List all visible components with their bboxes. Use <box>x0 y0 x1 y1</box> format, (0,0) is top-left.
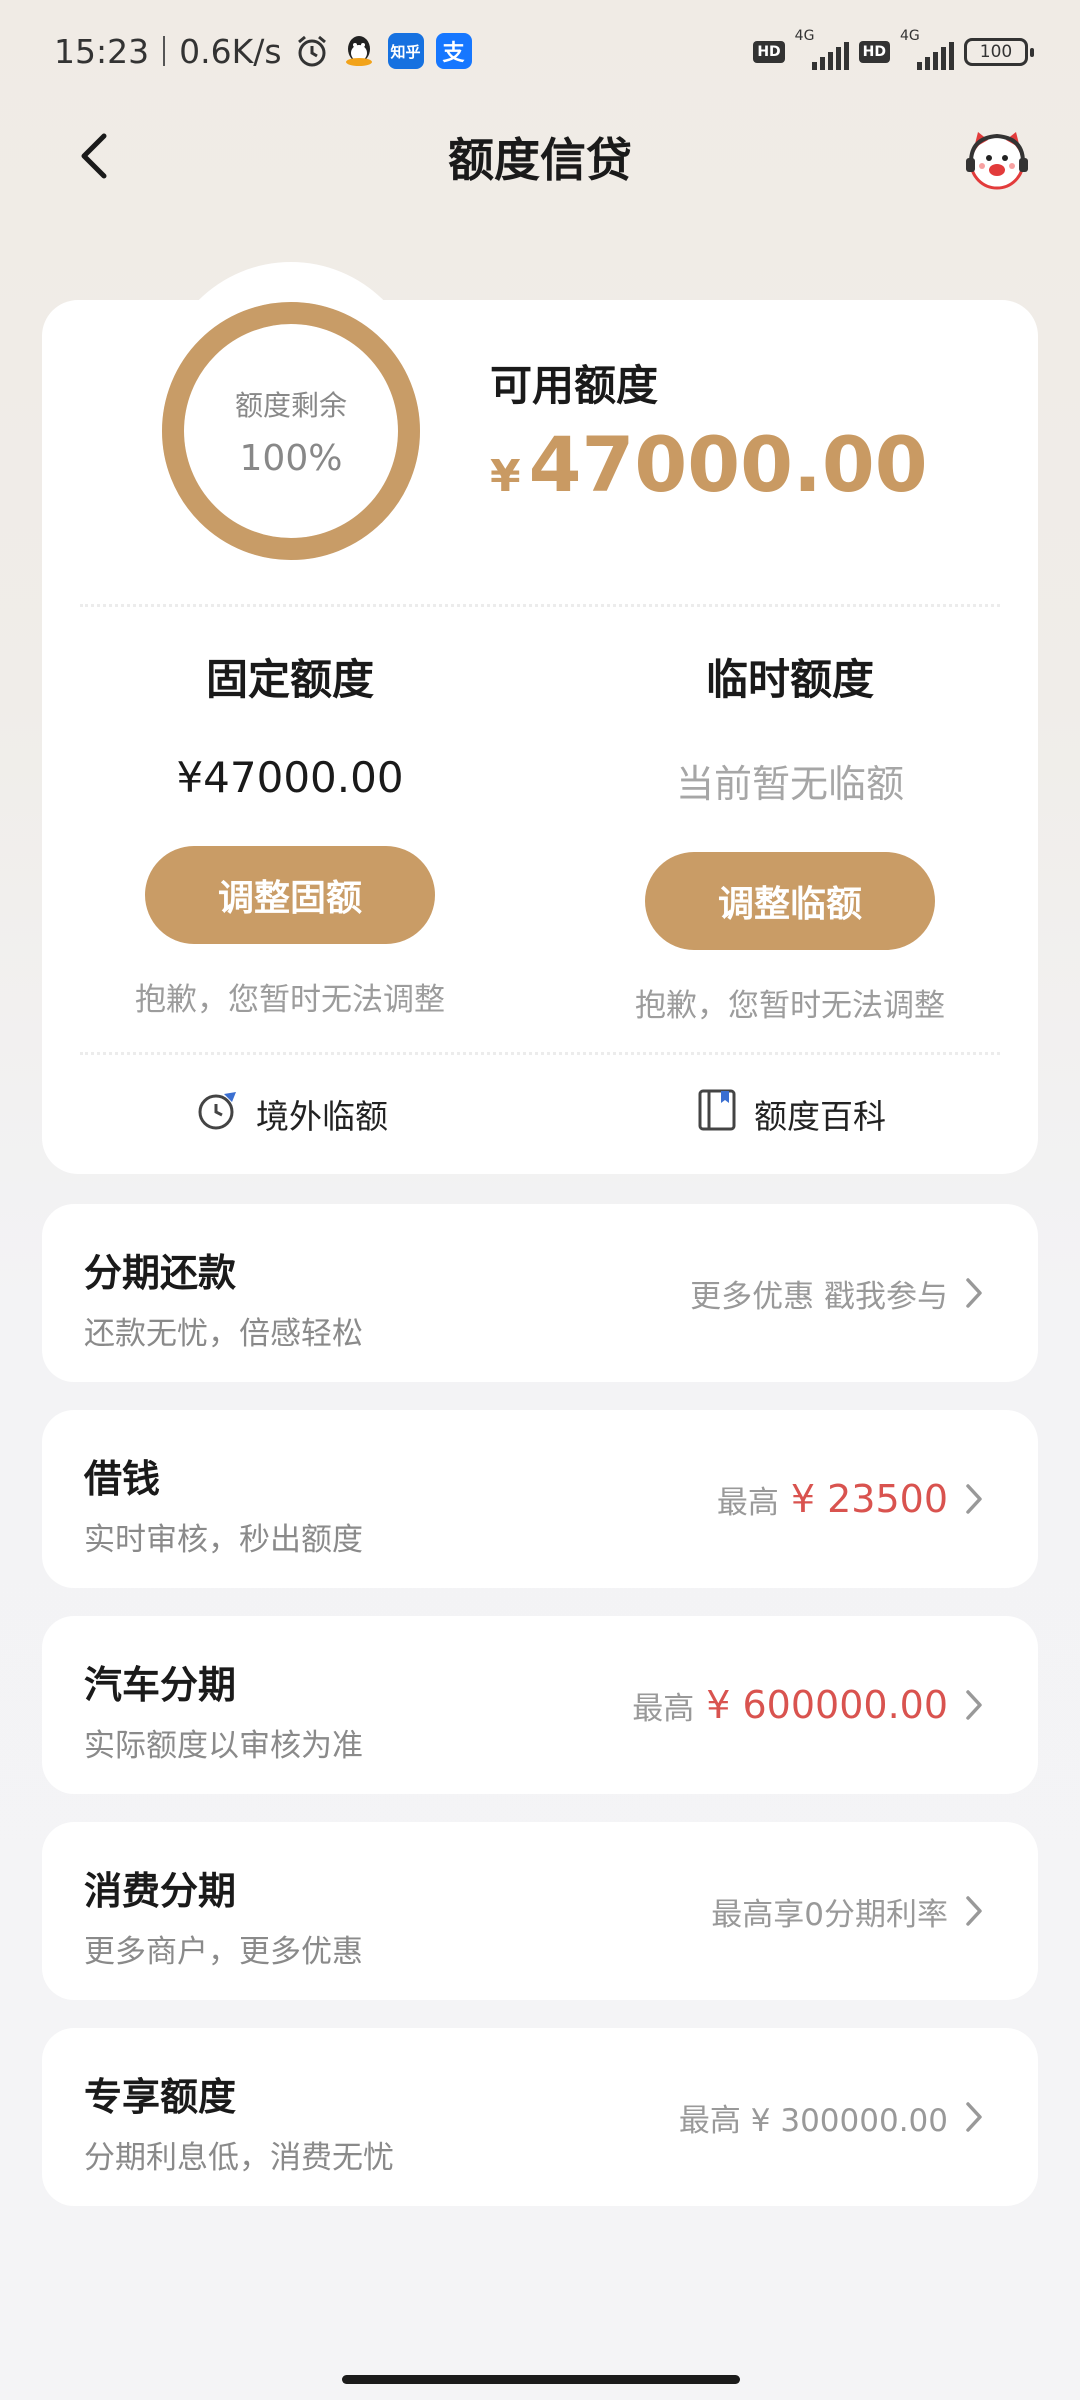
overseas-temp-quota-link[interactable]: 境外临额 <box>196 1090 388 1138</box>
max-amount: ¥ 23500 <box>790 1477 948 1521</box>
chevron-right-icon <box>966 1690 982 1720</box>
item-title: 分期还款 <box>84 1251 237 1295</box>
home-indicator[interactable] <box>342 2375 740 2384</box>
status-time: 15:23 <box>54 31 150 71</box>
battery-level: 100 <box>979 42 1013 62</box>
chevron-right-icon <box>966 2102 982 2132</box>
ring-label: 额度剩余 <box>234 388 347 422</box>
item-title: 借钱 <box>84 1457 161 1501</box>
max-prefix: 最高 <box>632 1690 695 1727</box>
signal-icon: 4G <box>795 28 849 72</box>
fixed-quota-value: ¥47000.00 <box>176 753 404 802</box>
airplane-clock-icon <box>196 1088 240 1140</box>
temporary-quota-title: 临时额度 <box>705 655 874 704</box>
promo-text: 最高 ¥ 300000.00 <box>678 2102 948 2139</box>
item-right-text: 更多优惠 戳我参与 <box>690 1204 948 1382</box>
available-quota-label: 可用额度 <box>490 361 659 410</box>
status-right: HD 4G HD 4G 100 <box>753 28 1034 74</box>
consumer-installment-item[interactable]: 消费分期 更多商户，更多优惠 最高享0分期利率 <box>42 1822 1038 2000</box>
item-subtitle: 更多商户，更多优惠 <box>84 1934 363 1970</box>
currency-symbol: ¥ <box>490 451 521 502</box>
battery-icon: 100 <box>964 38 1034 66</box>
item-subtitle: 还款无忧，倍感轻松 <box>84 1316 363 1352</box>
app-header: 额度信贷 <box>0 100 1080 212</box>
borrow-money-item[interactable]: 借钱 实时审核，秒出额度 最高 ¥ 23500 <box>42 1410 1038 1588</box>
hd-badge-2: HD <box>858 41 890 63</box>
chevron-right-icon <box>966 1484 982 1514</box>
promo-text: 更多优惠 戳我参与 <box>690 1278 948 1315</box>
promo-text: 最高享0分期利率 <box>711 1896 948 1933</box>
item-right-text: 最高享0分期利率 <box>711 1822 948 2000</box>
page-title: 额度信贷 <box>448 133 632 187</box>
max-prefix: 最高 <box>716 1484 779 1521</box>
alipay-icon: 支 <box>435 33 472 69</box>
divider <box>80 604 1000 607</box>
signal-icon-2: 4G <box>900 28 954 72</box>
car-installment-item[interactable]: 汽车分期 实际额度以审核为准 最高 ¥ 600000.00 <box>42 1616 1038 1794</box>
fixed-quota-column: 固定额度 ¥47000.00 调整固额 抱歉，您暂时无法调整 <box>90 646 490 1019</box>
installment-repayment-item[interactable]: 分期还款 还款无忧，倍感轻松 更多优惠 戳我参与 <box>42 1204 1038 1382</box>
item-subtitle: 实际额度以审核为准 <box>84 1728 363 1764</box>
temporary-quota-value: 当前暂无临额 <box>675 762 904 806</box>
item-subtitle: 实时审核，秒出额度 <box>84 1522 363 1558</box>
fixed-quota-title: 固定额度 <box>205 655 374 704</box>
temporary-quota-column: 临时额度 当前暂无临额 调整临额 抱歉，您暂时无法调整 <box>590 646 990 1025</box>
item-title: 专享额度 <box>84 2075 237 2119</box>
item-title: 消费分期 <box>84 1869 237 1913</box>
status-left: 15:23 0.6K/s 知乎 支 <box>54 28 472 74</box>
overseas-temp-quota-label: 境外临额 <box>256 1097 388 1136</box>
alarm-icon <box>294 33 330 69</box>
quota-encyclopedia-label: 额度百科 <box>754 1097 886 1136</box>
item-right-text: 最高 ¥ 600000.00 <box>632 1616 948 1794</box>
available-quota-amount: ¥ 47000.00 <box>490 420 928 509</box>
fixed-quota-note: 抱歉，您暂时无法调整 <box>135 982 445 1018</box>
qq-icon <box>342 33 376 69</box>
item-subtitle: 分期利息低，消费无忧 <box>84 2140 394 2176</box>
adjust-temporary-quota-button[interactable]: 调整临额 <box>645 852 935 950</box>
exclusive-quota-item[interactable]: 专享额度 分期利息低，消费无忧 最高 ¥ 300000.00 <box>42 2028 1038 2206</box>
divider-2 <box>80 1052 1000 1055</box>
customer-service-mascot-icon[interactable] <box>962 124 1032 194</box>
temporary-quota-note: 抱歉，您暂时无法调整 <box>635 988 945 1024</box>
book-icon <box>696 1088 738 1140</box>
adjust-fixed-quota-button[interactable]: 调整固额 <box>145 846 435 944</box>
hd-badge: HD <box>753 41 785 63</box>
quota-encyclopedia-link[interactable]: 额度百科 <box>696 1088 886 1140</box>
item-title: 汽车分期 <box>84 1663 237 1707</box>
available-amount-value: 47000.00 <box>528 420 928 509</box>
zhihu-icon: 知乎 <box>387 33 424 69</box>
item-right-text: 最高 ¥ 300000.00 <box>679 2028 948 2206</box>
ring-center: 额度剩余 100% <box>160 300 422 562</box>
ring-percent: 100% <box>239 437 343 479</box>
status-separator <box>163 36 166 66</box>
chevron-right-icon <box>966 1896 982 1926</box>
status-bar: 15:23 0.6K/s 知乎 支 HD 4G HD 4G 100 <box>0 0 1080 100</box>
network-speed: 0.6K/s <box>179 31 282 71</box>
chevron-right-icon <box>966 1278 982 1308</box>
item-right-text: 最高 ¥ 23500 <box>717 1410 948 1588</box>
max-amount: ¥ 600000.00 <box>706 1683 948 1727</box>
